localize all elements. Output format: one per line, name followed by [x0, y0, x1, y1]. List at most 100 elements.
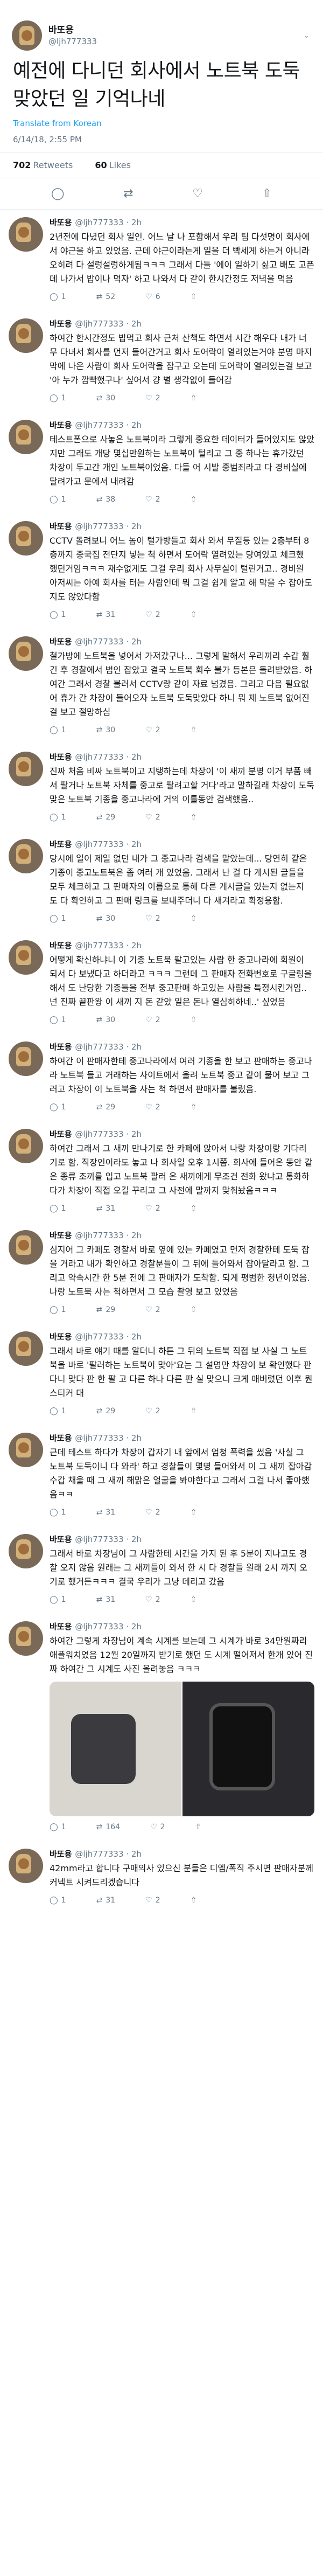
reply-author-name[interactable]: 바또용	[50, 1535, 72, 1544]
share-button[interactable]: ⇧	[191, 1508, 197, 1517]
reply-tweet[interactable]: 바또용 @ljh777333 · 2h 테스트폰으로 사놓은 노트북이라 그렇게 중…	[0, 412, 323, 513]
reply-tweet[interactable]: 바또용 @ljh777333 · 2h 진짜 처음 비싸 노트북이고 지탱하는데 차…	[0, 744, 323, 831]
like-button[interactable]: ♡ 2	[145, 1896, 160, 1905]
like-button[interactable]: ♡ 2	[145, 1103, 160, 1112]
share-button[interactable]: ⇧	[191, 1016, 197, 1024]
retweet-button[interactable]: ⇄ 30	[96, 726, 116, 734]
reply-button[interactable]: ◯ 1	[50, 726, 66, 734]
reply-tweet[interactable]: 바또용 @ljh777333 · 2h 하여간 그렇게 차장님이 계속 시계를 보는…	[0, 1614, 323, 1841]
like-button[interactable]: ♡ 6	[145, 293, 160, 301]
reply-handle-time[interactable]: @ljh777333 · 2h	[75, 1433, 141, 1443]
retweets-stat[interactable]: 702 Retweets	[13, 160, 82, 170]
reply-author-name[interactable]: 바또용	[50, 218, 72, 227]
reply-author-name[interactable]: 바또용	[50, 752, 72, 762]
reply-button[interactable]: ◯ 1	[50, 813, 66, 822]
reply-icon[interactable]: ◯	[51, 187, 65, 200]
avatar[interactable]	[9, 217, 43, 252]
retweet-button[interactable]: ⇄ 31	[96, 610, 116, 619]
retweet-button[interactable]: ⇄ 29	[96, 813, 116, 822]
reply-button[interactable]: ◯ 1	[50, 1508, 66, 1517]
reply-handle-time[interactable]: @ljh777333 · 2h	[75, 319, 141, 329]
share-button[interactable]: ⇧	[195, 1823, 202, 1831]
retweet-button[interactable]: ⇄ 31	[96, 1896, 116, 1905]
share-button[interactable]: ⇧	[191, 610, 197, 619]
reply-author-name[interactable]: 바또용	[50, 1231, 72, 1240]
reply-author-name[interactable]: 바또용	[50, 1129, 72, 1139]
like-button[interactable]: ♡ 2	[145, 394, 160, 402]
translate-link[interactable]: Translate from Korean	[0, 115, 323, 131]
reply-button[interactable]: ◯ 1	[50, 495, 66, 504]
retweet-button[interactable]: ⇄ 29	[96, 1407, 116, 1415]
reply-handle-time[interactable]: @ljh777333 · 2h	[75, 218, 141, 227]
photo-watch[interactable]	[182, 1682, 314, 1816]
reply-button[interactable]: ◯ 1	[50, 1103, 66, 1112]
reply-tweet[interactable]: 바또용 @ljh777333 · 2h 당시에 일이 제일 없던 내가 그 중고나라…	[0, 831, 323, 933]
reply-tweet[interactable]: 바또용 @ljh777333 · 2h 42mm라고 합니다 구매의사 있으신 분들…	[0, 1841, 323, 1914]
share-button[interactable]: ⇧	[191, 293, 197, 301]
reply-handle-time[interactable]: @ljh777333 · 2h	[75, 1535, 141, 1544]
retweet-button[interactable]: ⇄ 29	[96, 1306, 116, 1314]
share-button[interactable]: ⇧	[191, 914, 197, 923]
share-button[interactable]: ⇧	[191, 1896, 197, 1905]
reply-author-name[interactable]: 바또용	[50, 1042, 72, 1052]
share-button[interactable]: ⇧	[191, 813, 197, 822]
reply-handle-time[interactable]: @ljh777333 · 2h	[75, 839, 141, 849]
reply-button[interactable]: ◯ 1	[50, 1823, 66, 1831]
like-button[interactable]: ♡ 2	[145, 1407, 160, 1415]
reply-author-name[interactable]: 바또용	[50, 941, 72, 950]
reply-tweet[interactable]: 바또용 @ljh777333 · 2h 그래서 바로 얘기 때를 알더니 하튼 그 …	[0, 1324, 323, 1425]
reply-button[interactable]: ◯ 1	[50, 293, 66, 301]
reply-author-name[interactable]: 바또용	[50, 319, 72, 329]
share-button[interactable]: ⇧	[191, 726, 197, 734]
retweet-button[interactable]: ⇄ 31	[96, 1204, 116, 1213]
like-button[interactable]: ♡ 2	[145, 1204, 160, 1213]
avatar[interactable]	[9, 1331, 43, 1366]
reply-handle-time[interactable]: @ljh777333 · 2h	[75, 522, 141, 531]
avatar[interactable]	[9, 752, 43, 786]
retweet-icon[interactable]: ⇄	[123, 187, 133, 200]
reply-tweet[interactable]: 바또용 @ljh777333 · 2h 하여간 이 판매자한테 중고나라에서 여러 …	[0, 1034, 323, 1121]
share-button[interactable]: ⇧	[191, 1306, 197, 1314]
reply-handle-time[interactable]: @ljh777333 · 2h	[75, 941, 141, 950]
avatar[interactable]	[9, 1230, 43, 1265]
reply-tweet[interactable]: 바또용 @ljh777333 · 2h 하여간 한시간정도 밥먹고 회사 근처 산책…	[0, 311, 323, 412]
avatar[interactable]	[9, 1534, 43, 1568]
reply-tweet[interactable]: 바또용 @ljh777333 · 2h CCTV 돌려보니 어느 놈이 털가방들고 …	[0, 513, 323, 629]
reply-button[interactable]: ◯ 1	[50, 1896, 66, 1905]
share-button[interactable]: ⇧	[191, 1407, 197, 1415]
retweet-button[interactable]: ⇄ 30	[96, 1016, 116, 1024]
reply-handle-time[interactable]: @ljh777333 · 2h	[75, 1231, 141, 1240]
reply-handle-time[interactable]: @ljh777333 · 2h	[75, 1849, 141, 1859]
like-button[interactable]: ♡ 2	[145, 813, 160, 822]
reply-button[interactable]: ◯ 1	[50, 1407, 66, 1415]
like-button[interactable]: ♡ 2	[145, 1016, 160, 1024]
retweet-button[interactable]: ⇄ 52	[96, 293, 116, 301]
reply-button[interactable]: ◯ 1	[50, 914, 66, 923]
share-button[interactable]: ⇧	[191, 1204, 197, 1213]
reply-tweet[interactable]: 바또용 @ljh777333 · 2h 하여간 그래서 그 새끼 만나기로 한 카페…	[0, 1121, 323, 1223]
avatar[interactable]	[9, 1433, 43, 1467]
reply-tweet[interactable]: 바또용 @ljh777333 · 2h 어떻게 확신하냐니 이 기종 노트북 팔고있…	[0, 933, 323, 1034]
avatar[interactable]	[9, 1849, 43, 1883]
like-button[interactable]: ♡ 2	[145, 1508, 160, 1517]
like-button[interactable]: ♡ 2	[145, 495, 160, 504]
avatar[interactable]	[9, 839, 43, 873]
reply-author-name[interactable]: 바또용	[50, 1849, 72, 1859]
retweet-button[interactable]: ⇄ 29	[96, 1103, 116, 1112]
reply-button[interactable]: ◯ 1	[50, 1306, 66, 1314]
retweet-button[interactable]: ⇄ 30	[96, 394, 116, 402]
reply-tweet[interactable]: 바또용 @ljh777333 · 2h 심지어 그 카페도 경찰서 바로 옆에 있는…	[0, 1223, 323, 1324]
reply-tweet[interactable]: 바또용 @ljh777333 · 2h 근데 테스트 하다가 차장이 갑자기 내 앞…	[0, 1425, 323, 1526]
tweet-author[interactable]: 바또용 @ljh777333 ⌄	[0, 13, 323, 54]
share-button[interactable]: ⇧	[191, 394, 197, 402]
avatar[interactable]	[9, 940, 43, 975]
retweet-button[interactable]: ⇄ 30	[96, 914, 116, 923]
reply-author-name[interactable]: 바또용	[50, 1332, 72, 1342]
photo-watch-box[interactable]	[50, 1682, 181, 1816]
avatar[interactable]	[9, 636, 43, 671]
reply-author-name[interactable]: 바또용	[50, 637, 72, 647]
avatar[interactable]	[9, 318, 43, 353]
retweet-button[interactable]: ⇄ 31	[96, 1508, 116, 1517]
chevron-down-icon[interactable]: ⌄	[304, 32, 311, 40]
reply-button[interactable]: ◯ 1	[50, 1204, 66, 1213]
